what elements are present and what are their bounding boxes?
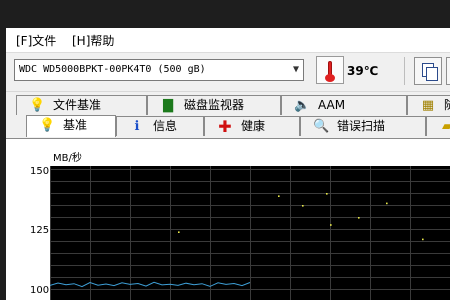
tab-random[interactable]: ▦ 随 [407, 95, 450, 115]
toolbar-divider [404, 57, 405, 85]
tab-file-benchmark[interactable]: 💡 文件基准 [16, 95, 147, 115]
access-time-point [386, 202, 388, 205]
tab-error-scan[interactable]: 🔍 错误扫描 [300, 116, 426, 136]
bulb-icon: 💡 [39, 118, 56, 133]
series-transfer-rate-line [49, 281, 251, 288]
tab-row-bottom: 💡 基准 ℹ 信息 ✚ 健康 🔍 错误扫描 ▰ [6, 115, 450, 137]
red-cross-icon: ✚ [218, 117, 232, 136]
access-time-point [178, 231, 180, 233]
y-tick-125: 125 [30, 225, 50, 236]
drive-select[interactable]: WDC WD5000BPKT-00PK4T0 (500 gB) ▼ [14, 59, 304, 81]
tab-error-scan-label: 错误扫描 [337, 119, 386, 133]
thermometer-icon [316, 56, 344, 84]
access-time-point [326, 193, 328, 195]
toolbar: WDC WD5000BPKT-00PK4T0 (500 gB) ▼ 39℃ [6, 53, 450, 92]
magnifier-icon: 🔍 [313, 119, 330, 134]
y-tick-150: 150 [30, 166, 50, 177]
toolbar-button-partial[interactable] [446, 57, 450, 85]
bar-chart-icon: ▇ [163, 98, 173, 113]
tab-benchmark[interactable]: 💡 基准 [26, 115, 116, 137]
menu-help[interactable]: [H]帮助 [72, 32, 114, 49]
tab-disk-monitor-label: 磁盘监视器 [184, 98, 245, 112]
chevron-down-icon[interactable]: ▼ [293, 60, 299, 80]
y-axis-unit: MB/秒 [53, 153, 82, 164]
tab-random-label: 随 [444, 96, 450, 115]
tab-folder[interactable]: ▰ [426, 116, 450, 136]
tab-info[interactable]: ℹ 信息 [116, 116, 204, 136]
transfer-rate-chart [49, 166, 450, 300]
info-bulb-icon: 💡 [29, 98, 46, 113]
tab-health[interactable]: ✚ 健康 [204, 116, 300, 136]
random-icon: ▦ [421, 98, 435, 113]
tab-file-benchmark-label: 文件基准 [53, 98, 102, 112]
drive-select-value: WDC WD5000BPKT-00PK4T0 (500 gB) [19, 64, 206, 75]
info-icon: ℹ [134, 119, 140, 134]
y-tick-100: 100 [30, 285, 50, 296]
access-time-point [358, 217, 360, 219]
copy-button[interactable] [414, 57, 442, 85]
access-time-point [278, 195, 280, 197]
temperature-readout: 39℃ [347, 64, 379, 78]
access-time-point [302, 205, 304, 207]
benchmark-panel: MB/秒 150 125 100 [6, 138, 450, 300]
main-window: [F]文件 [H]帮助 WDC WD5000BPKT-00PK4T0 (500 … [6, 28, 450, 300]
tab-benchmark-label: 基准 [63, 118, 88, 132]
tab-aam-label: AAM [318, 98, 346, 112]
tab-row-top: 💡 文件基准 ▇ 磁盘监视器 🔈 AAM ▦ 随 [6, 94, 450, 116]
tab-health-label: 健康 [241, 119, 266, 133]
speaker-icon: 🔈 [294, 98, 311, 113]
tab-aam[interactable]: 🔈 AAM [281, 95, 407, 115]
menu-file[interactable]: [F]文件 [16, 32, 56, 49]
folder-icon: ▰ [442, 119, 450, 134]
menu-bar: [F]文件 [H]帮助 [6, 28, 450, 53]
tab-disk-monitor[interactable]: ▇ 磁盘监视器 [147, 95, 281, 115]
access-time-point [422, 238, 424, 241]
access-time-point [330, 224, 332, 226]
tab-info-label: 信息 [153, 119, 178, 133]
chart-svg [49, 166, 450, 300]
